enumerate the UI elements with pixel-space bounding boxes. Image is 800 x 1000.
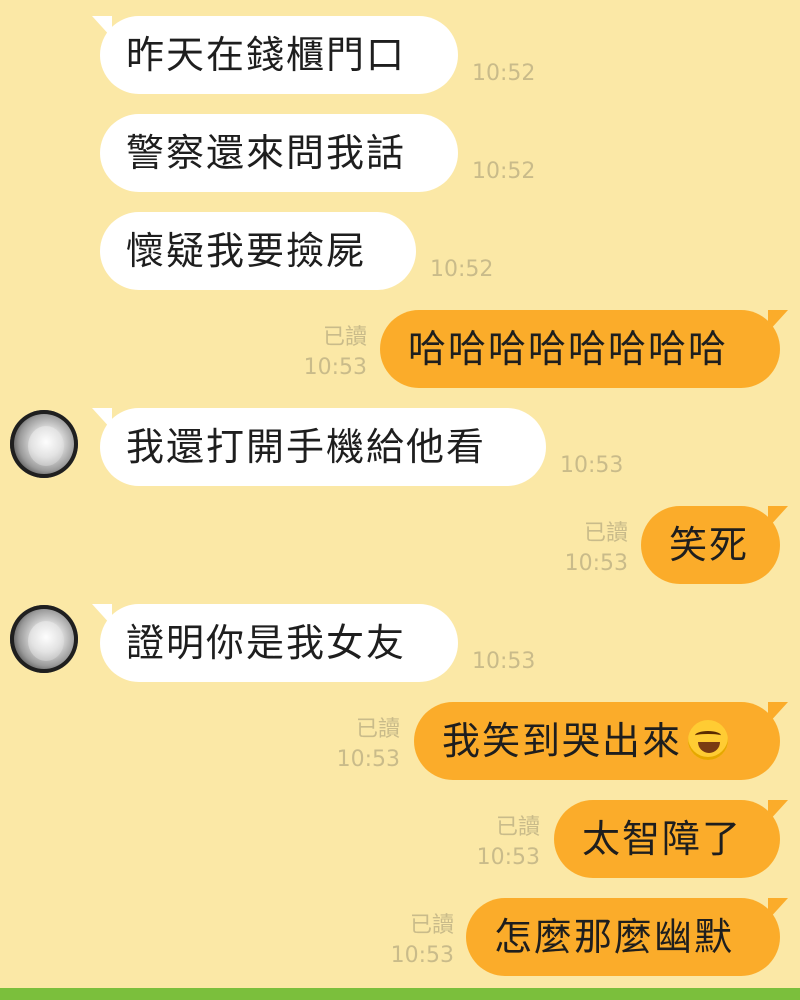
- read-receipt: 已讀: [322, 325, 367, 350]
- rolling-on-floor-laughing-emoji-icon: [688, 719, 729, 760]
- read-receipt: 已讀: [583, 521, 628, 546]
- message-time: 10:53: [336, 747, 400, 772]
- avatar-face: [28, 621, 64, 661]
- message-time: 10:52: [430, 257, 494, 282]
- message-time: 10:52: [472, 61, 536, 86]
- message-time: 10:53: [390, 943, 454, 968]
- message-bubble-incoming[interactable]: 警察還來問我話: [100, 114, 458, 192]
- bottom-bar: [0, 988, 800, 1000]
- message-text: 懷疑我要撿屍: [126, 229, 367, 273]
- message-time: 10:53: [303, 355, 367, 380]
- message-time: 10:53: [472, 649, 536, 674]
- read-receipt: 已讀: [355, 717, 400, 742]
- message-time: 10:53: [564, 551, 628, 576]
- bubble-tail: [92, 16, 112, 38]
- contact-avatar[interactable]: [10, 410, 78, 478]
- message-bubble-incoming[interactable]: 我還打開手機給他看: [92, 408, 546, 486]
- message-bubble-outgoing[interactable]: 我笑到哭出來: [414, 702, 788, 780]
- avatar-face: [28, 426, 64, 466]
- message-text: 怎麼那麼幽默: [494, 915, 735, 959]
- message-bubble-incoming[interactable]: 懷疑我要撿屍: [100, 212, 416, 290]
- bubble-tail: [92, 604, 112, 626]
- message-bubble-outgoing[interactable]: 太智障了: [554, 800, 788, 878]
- message-bubble-incoming[interactable]: 昨天在錢櫃門口: [92, 16, 458, 94]
- message-text: 警察還來問我話: [126, 131, 407, 175]
- message-bubble-incoming[interactable]: 證明你是我女友: [92, 604, 458, 682]
- bubble-tail: [768, 310, 788, 332]
- message-text: 我還打開手機給他看: [126, 425, 487, 469]
- bubble-tail: [92, 408, 112, 430]
- message-time: 10:53: [476, 845, 540, 870]
- message-text: 太智障了: [582, 817, 743, 861]
- message-bubble-outgoing[interactable]: 怎麼那麼幽默: [466, 898, 788, 976]
- message-bubble-outgoing[interactable]: 笑死: [641, 506, 788, 584]
- read-receipt: 已讀: [495, 815, 540, 840]
- chat-area[interactable]: 昨天在錢櫃門口 10:52 警察還來問我話 10:52 懷疑我要撿屍 10:52…: [0, 0, 800, 988]
- bubble-tail: [768, 800, 788, 822]
- bubble-tail: [768, 702, 788, 724]
- message-text: 我笑到哭出來: [442, 719, 683, 763]
- read-receipt: 已讀: [409, 913, 454, 938]
- message-bubble-outgoing[interactable]: 哈哈哈哈哈哈哈哈: [380, 310, 788, 388]
- message-text: 哈哈哈哈哈哈哈哈: [408, 327, 729, 371]
- bubble-tail: [768, 898, 788, 920]
- contact-avatar[interactable]: [10, 605, 78, 673]
- message-text: 昨天在錢櫃門口: [126, 33, 407, 77]
- message-text: 證明你是我女友: [126, 621, 407, 665]
- message-time: 10:53: [560, 453, 624, 478]
- bubble-tail: [768, 506, 788, 528]
- message-text: 笑死: [669, 523, 750, 567]
- message-time: 10:52: [472, 159, 536, 184]
